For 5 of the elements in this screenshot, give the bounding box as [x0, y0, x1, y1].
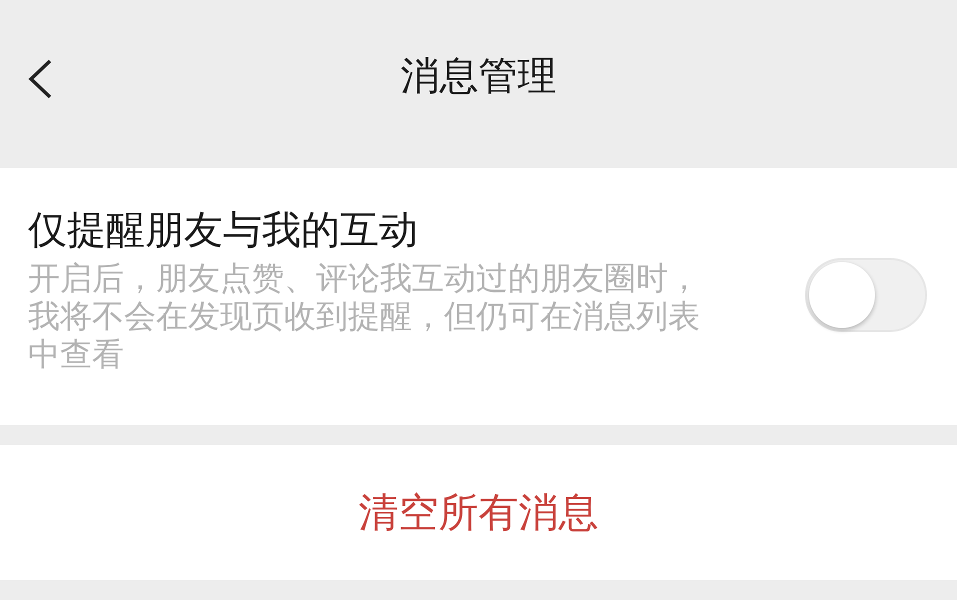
setting-description: 开启后，朋友点赞、评论我互动过的朋友圈时，我将不会在发现页收到提醒，但仍可在消息列表中查看	[28, 258, 701, 373]
back-icon[interactable]	[26, 58, 54, 100]
page-title: 消息管理	[400, 54, 558, 101]
clear-messages-button[interactable]: 清空所有消息	[348, 478, 608, 546]
setting-title: 仅提醒朋友与我的互动	[28, 208, 419, 255]
